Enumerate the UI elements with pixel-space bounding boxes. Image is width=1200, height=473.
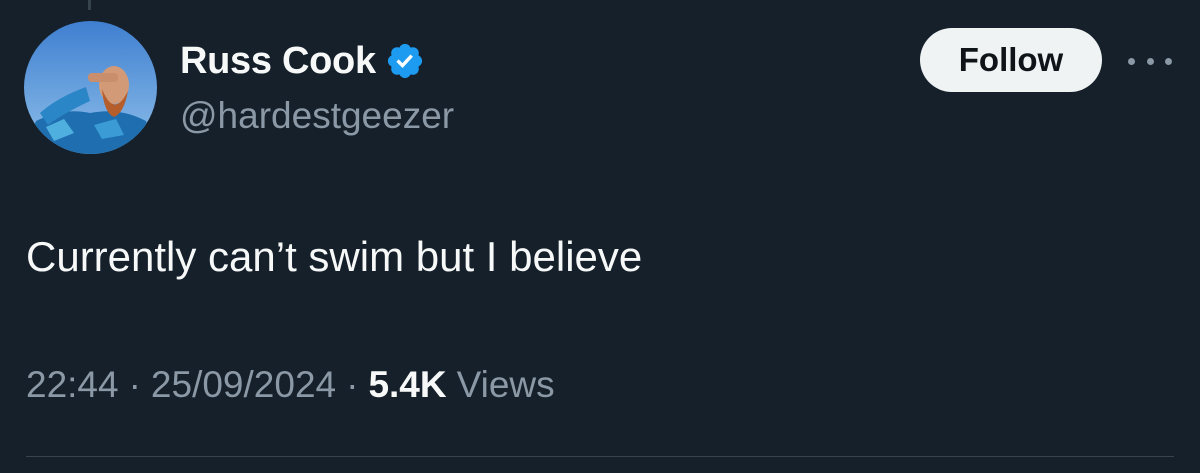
more-options-icon[interactable] xyxy=(1128,48,1172,74)
tweet-date[interactable]: 25/09/2024 xyxy=(151,364,336,406)
tweet-time[interactable]: 22:44 xyxy=(26,364,119,406)
thread-connector-line xyxy=(88,0,91,10)
divider xyxy=(26,456,1174,457)
more-dot xyxy=(1165,57,1172,65)
tweet-text: Currently can’t swim but I believe xyxy=(26,233,643,280)
verified-badge-icon[interactable] xyxy=(385,41,425,81)
avatar-photo xyxy=(24,21,157,154)
author-handle[interactable]: @hardestgeezer xyxy=(180,95,454,137)
follow-button[interactable]: Follow xyxy=(920,28,1102,92)
meta-separator: · xyxy=(346,364,359,405)
views-label: Views xyxy=(456,364,555,405)
avatar[interactable] xyxy=(24,21,157,154)
views-count: 5.4K xyxy=(368,364,447,405)
more-dot xyxy=(1146,57,1154,65)
display-name[interactable]: Russ Cook xyxy=(180,40,376,83)
tweet-metadata: 22:44 · 25/09/2024 · 5.4K Views xyxy=(26,364,555,406)
author-name-row: Russ Cook xyxy=(180,38,425,84)
meta-separator: · xyxy=(128,364,141,405)
more-dot xyxy=(1128,57,1135,65)
